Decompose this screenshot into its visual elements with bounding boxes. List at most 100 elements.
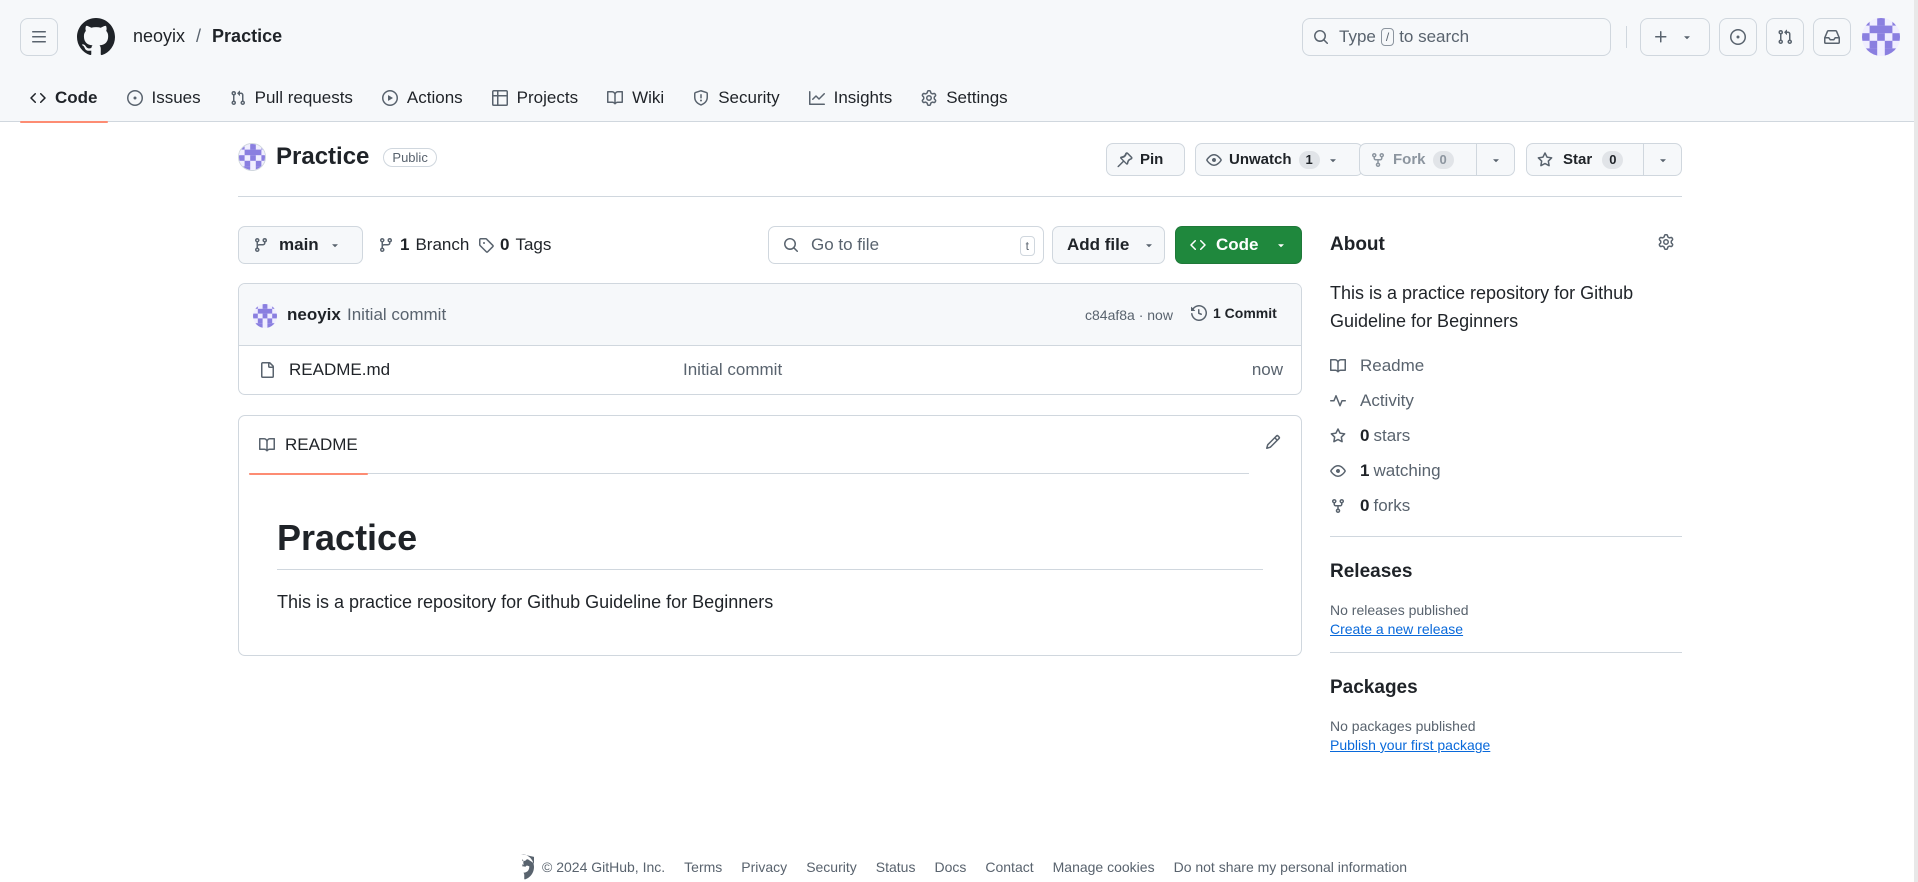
search-shortcut-key: / bbox=[1380, 28, 1395, 46]
packages-title[interactable]: Packages bbox=[1330, 677, 1682, 699]
about-forks-link[interactable]: 0 forks bbox=[1330, 488, 1682, 523]
about-title: About bbox=[1330, 234, 1385, 255]
book-icon bbox=[259, 437, 275, 452]
caret-down-icon bbox=[1146, 244, 1153, 248]
tab-insights[interactable]: Insights bbox=[799, 74, 903, 122]
edit-about-button[interactable] bbox=[1658, 234, 1674, 250]
packages-empty-text: No packages published bbox=[1330, 718, 1476, 734]
create-release-link[interactable]: Create a new release bbox=[1330, 621, 1463, 637]
footer-link-do-not-share[interactable]: Do not share my personal information bbox=[1174, 859, 1407, 875]
fork-button[interactable]: Fork 0 bbox=[1360, 144, 1476, 175]
tab-wiki[interactable]: Wiki bbox=[597, 74, 674, 122]
tab-actions[interactable]: Actions bbox=[372, 74, 473, 122]
code-dropdown-button[interactable]: Code bbox=[1175, 226, 1302, 264]
footer-link-status[interactable]: Status bbox=[876, 859, 916, 875]
issue-icon bbox=[126, 90, 143, 106]
star-count: 0 bbox=[1602, 150, 1624, 169]
hamburger-icon bbox=[32, 31, 46, 43]
tab-security[interactable]: Security bbox=[683, 74, 789, 122]
menu-button[interactable] bbox=[20, 18, 58, 56]
releases-title[interactable]: Releases bbox=[1330, 561, 1682, 583]
search-input[interactable]: Type / to search bbox=[1302, 18, 1611, 56]
breadcrumb-repo[interactable]: Practice bbox=[212, 26, 282, 47]
github-logo-icon[interactable] bbox=[508, 854, 534, 880]
commits-history-link[interactable]: 1 Commit bbox=[1191, 305, 1277, 321]
footer-link-manage-cookies[interactable]: Manage cookies bbox=[1053, 859, 1155, 875]
tab-settings[interactable]: Settings bbox=[911, 74, 1017, 122]
pulse-icon bbox=[1330, 394, 1346, 406]
plus-icon bbox=[1655, 31, 1667, 43]
unwatch-button[interactable]: Unwatch 1 bbox=[1195, 143, 1363, 176]
pin-button[interactable]: Pin bbox=[1106, 143, 1185, 176]
user-avatar[interactable] bbox=[1862, 18, 1900, 56]
readme-panel: README Practice This is a practice repos… bbox=[238, 415, 1302, 656]
pull-requests-button[interactable] bbox=[1766, 18, 1804, 56]
visibility-badge: Public bbox=[383, 147, 437, 167]
page-scrollbar[interactable] bbox=[1914, 0, 1918, 882]
fork-dropdown-button[interactable] bbox=[1476, 144, 1514, 175]
sidebar-divider bbox=[1330, 536, 1682, 537]
forks-count: 0 bbox=[1360, 495, 1370, 515]
branch-selector[interactable]: main bbox=[238, 226, 363, 264]
create-new-button[interactable] bbox=[1640, 18, 1710, 56]
readme-content: Practice This is a practice repository f… bbox=[277, 516, 1263, 613]
footer-link-docs[interactable]: Docs bbox=[934, 859, 966, 875]
footer-link-privacy[interactable]: Privacy bbox=[741, 859, 787, 875]
breadcrumb-owner[interactable]: neoyix bbox=[133, 26, 185, 47]
footer-link-terms[interactable]: Terms bbox=[684, 859, 722, 875]
table-row: README.md Initial commit now bbox=[239, 346, 1301, 394]
inbox-icon bbox=[1824, 30, 1840, 44]
about-stars-link[interactable]: 0 stars bbox=[1330, 418, 1682, 453]
tab-projects[interactable]: Projects bbox=[482, 74, 588, 122]
identicon-icon bbox=[239, 144, 265, 170]
github-logo-link[interactable] bbox=[77, 18, 115, 56]
book-icon bbox=[1330, 358, 1346, 372]
about-activity-label: Activity bbox=[1360, 390, 1414, 410]
tab-pull-requests[interactable]: Pull requests bbox=[220, 74, 363, 122]
eye-icon bbox=[1206, 153, 1222, 166]
tab-code[interactable]: Code bbox=[20, 74, 108, 123]
commit-hash-time[interactable]: c84af8a · now bbox=[1085, 307, 1173, 323]
watching-label: watching bbox=[1373, 460, 1441, 480]
footer-link-contact[interactable]: Contact bbox=[985, 859, 1033, 875]
tags-link[interactable]: 0 Tags bbox=[478, 235, 551, 255]
edit-readme-button[interactable] bbox=[1265, 434, 1281, 450]
packages-section: Packages No packages published Publish y… bbox=[1330, 677, 1682, 755]
watch-count: 1 bbox=[1298, 150, 1320, 169]
repo-owner-avatar[interactable] bbox=[238, 143, 266, 171]
commit-author-avatar[interactable] bbox=[253, 304, 277, 328]
tab-issues[interactable]: Issues bbox=[117, 74, 211, 122]
inbox-button[interactable] bbox=[1813, 18, 1851, 56]
commit-message[interactable]: Initial commit bbox=[347, 305, 446, 325]
file-commit-message[interactable]: Initial commit bbox=[683, 360, 782, 380]
about-activity-link[interactable]: Activity bbox=[1330, 383, 1682, 418]
tab-pull-requests-label: Pull requests bbox=[254, 88, 353, 107]
commit-author[interactable]: neoyix bbox=[287, 305, 341, 325]
about-readme-link[interactable]: Readme bbox=[1330, 348, 1682, 383]
breadcrumb: neoyix / Practice bbox=[133, 26, 282, 47]
tab-issues-label: Issues bbox=[151, 88, 201, 107]
star-button[interactable]: Star 0 bbox=[1527, 144, 1643, 175]
pull-request-icon bbox=[1778, 29, 1793, 45]
header-top-bar: neoyix / Practice Type / to search bbox=[0, 0, 1914, 74]
releases-empty-text: No releases published bbox=[1330, 602, 1469, 618]
branches-link[interactable]: 1 Branch bbox=[378, 235, 469, 255]
footer-link-security[interactable]: Security bbox=[806, 859, 857, 875]
file-name[interactable]: README.md bbox=[289, 360, 390, 380]
publish-package-link[interactable]: Publish your first package bbox=[1330, 737, 1490, 753]
code-icon bbox=[30, 92, 46, 104]
readme-tab[interactable]: README bbox=[249, 416, 368, 475]
go-to-file-input[interactable]: Go to file t bbox=[768, 226, 1044, 264]
tab-code-label: Code bbox=[55, 88, 98, 107]
star-dropdown-button[interactable] bbox=[1643, 144, 1681, 175]
repo-name[interactable]: Practice bbox=[276, 143, 369, 171]
issues-button[interactable] bbox=[1719, 18, 1757, 56]
global-header: neoyix / Practice Type / to search Code … bbox=[0, 0, 1914, 123]
tab-actions-label: Actions bbox=[406, 88, 463, 107]
caret-down-icon bbox=[1277, 244, 1284, 248]
add-file-button[interactable]: Add file bbox=[1052, 226, 1165, 264]
about-watching-link[interactable]: 1 watching bbox=[1330, 453, 1682, 488]
repo-title: Practice Public bbox=[238, 143, 437, 171]
caret-down-icon bbox=[1330, 158, 1336, 162]
tab-settings-label: Settings bbox=[946, 88, 1008, 107]
